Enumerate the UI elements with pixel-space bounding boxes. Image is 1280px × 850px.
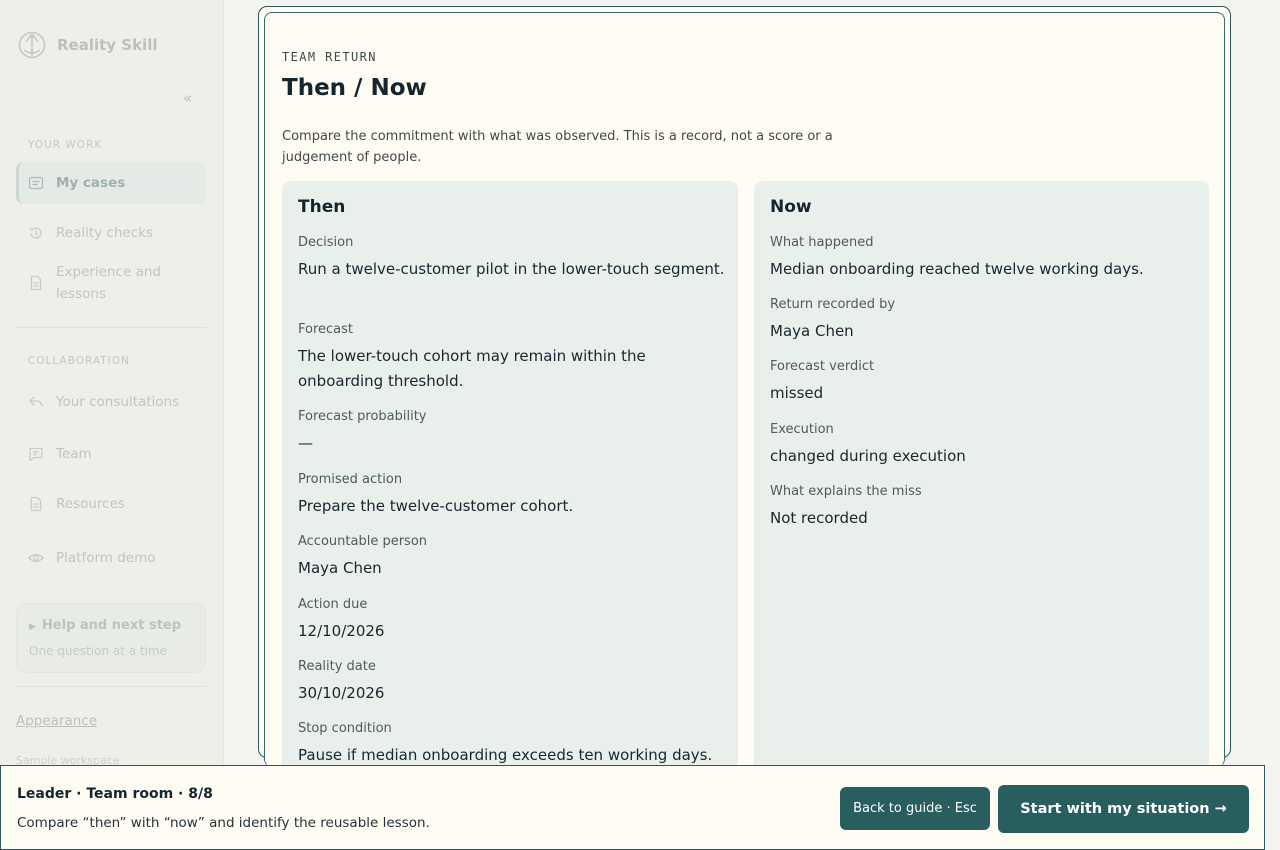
brand-name: Reality Skill (57, 36, 158, 54)
guide-step-instruction: Compare “then” with “now” and identify t… (17, 815, 430, 831)
then-heading: Then (298, 197, 346, 217)
team-return-card: TEAM RETURN Then / Now Compare the commi… (264, 12, 1225, 767)
appearance-link[interactable]: Appearance (16, 713, 97, 729)
help-title: ▶ Help and next step (29, 618, 181, 633)
field-stop-condition: Stop condition Pause if median onboardin… (298, 720, 728, 767)
field-value: Maya Chen (770, 322, 854, 340)
field-value: Pause if median onboarding exceeds ten w… (298, 746, 713, 764)
field-value: missed (770, 384, 824, 402)
field-forecast-probability: Forecast probability — (298, 408, 728, 456)
start-with-my-situation-button[interactable]: Start with my situation → (998, 785, 1249, 833)
help-next-step-panel[interactable]: ▶ Help and next step One question at a ti… (16, 603, 206, 673)
field-label: Reality date (298, 659, 376, 674)
field-value: Run a twelve-customer pilot in the lower… (298, 260, 725, 278)
field-return-recorded-by: Return recorded by Maya Chen (770, 296, 1200, 344)
field-label: What explains the miss (770, 484, 922, 499)
chat-icon (29, 447, 43, 462)
collapse-sidebar-icon[interactable]: « (183, 89, 192, 107)
brand[interactable]: Reality Skill (18, 30, 158, 60)
now-column: Now What happened Median onboarding reac… (754, 181, 1209, 767)
now-heading: Now (770, 197, 812, 217)
then-column: Then Decision Run a twelve-customer pilo… (282, 181, 738, 767)
field-forecast-verdict: Forecast verdict missed (770, 358, 1200, 406)
divider (16, 327, 206, 328)
field-action-due: Action due 12/10/2026 (298, 596, 728, 644)
sidebar-item-label: My cases (56, 175, 126, 191)
logo-icon (18, 31, 46, 59)
reply-icon (29, 396, 43, 407)
field-label: Forecast probability (298, 409, 427, 424)
field-label: Decision (298, 235, 354, 250)
field-reality-date: Reality date 30/10/2026 (298, 658, 728, 706)
help-subtitle: One question at a time (29, 644, 168, 658)
sidebar: Reality Skill « YOUR WORK My cases Reali… (0, 0, 224, 850)
eye-icon (28, 553, 44, 563)
document-icon (30, 275, 42, 291)
field-value: changed during execution (770, 447, 966, 465)
section-label-collaboration: COLLABORATION (28, 355, 130, 367)
field-label: Return recorded by (770, 297, 896, 312)
field-value: The lower-touch cohort may remain within… (298, 347, 646, 390)
field-what-happened: What happened Median onboarding reached … (770, 234, 1200, 282)
sidebar-item-label: Experience and lessons (56, 264, 161, 302)
sidebar-item-label: Your consultations (56, 394, 180, 410)
field-value: 12/10/2026 (298, 622, 385, 640)
divider (16, 686, 206, 687)
sidebar-item-platform-demo[interactable]: Platform demo (16, 547, 206, 569)
guide-step-title: Leader · Team room · 8/8 (17, 786, 213, 802)
sidebar-item-experience-and-lessons[interactable]: Experience and lessons (16, 261, 186, 305)
field-value: Not recorded (770, 509, 868, 527)
field-accountable-person: Accountable person Maya Chen (298, 533, 728, 581)
field-value: — (298, 434, 313, 452)
sidebar-item-label: Platform demo (56, 550, 156, 566)
field-promised-action: Promised action Prepare the twelve-custo… (298, 471, 728, 519)
sidebar-item-my-cases[interactable]: My cases (16, 162, 206, 204)
sidebar-item-label: Reality checks (56, 225, 153, 241)
field-label: Stop condition (298, 721, 392, 736)
field-value: 30/10/2026 (298, 684, 385, 702)
case-icon (28, 176, 44, 190)
sidebar-item-resources[interactable]: Resources (16, 493, 206, 515)
sidebar-item-reality-checks[interactable]: Reality checks (16, 222, 206, 244)
help-title-text: Help and next step (41, 618, 182, 633)
sidebar-item-team[interactable]: Team (16, 443, 206, 465)
field-what-explains-the-miss: What explains the miss Not recorded (770, 483, 1200, 531)
back-to-guide-button[interactable]: Back to guide · Esc (840, 787, 990, 830)
field-value: Maya Chen (298, 559, 382, 577)
field-execution: Execution changed during execution (770, 421, 1200, 469)
field-label: Forecast (298, 322, 354, 337)
field-label: What happened (770, 235, 874, 250)
field-label: Accountable person (298, 534, 428, 549)
guide-footer-bar: Leader · Team room · 8/8 Compare “then” … (0, 765, 1265, 850)
sidebar-item-your-consultations[interactable]: Your consultations (16, 391, 206, 413)
field-label: Promised action (298, 472, 403, 487)
eyebrow: TEAM RETURN (282, 50, 377, 64)
triangle-right-icon: ▶ (29, 622, 36, 632)
page-title: Then / Now (282, 75, 427, 101)
field-label: Forecast verdict (770, 359, 875, 374)
document-icon (30, 496, 42, 512)
field-decision: Decision Run a twelve-customer pilot in … (298, 234, 728, 282)
card-description: Compare the commitment with what was obs… (282, 129, 833, 165)
field-label: Execution (770, 422, 834, 437)
field-forecast: Forecast The lower-touch cohort may rema… (298, 321, 728, 394)
sidebar-item-label: Resources (56, 496, 125, 512)
sidebar-item-label: Team (56, 446, 92, 462)
team-return-dialog: TEAM RETURN Then / Now Compare the commi… (258, 6, 1231, 767)
field-label: Action due (298, 597, 368, 612)
field-value: Median onboarding reached twelve working… (770, 260, 1144, 278)
section-label-your-work: YOUR WORK (28, 139, 103, 151)
history-icon (29, 227, 42, 239)
field-value: Prepare the twelve-customer cohort. (298, 497, 574, 515)
